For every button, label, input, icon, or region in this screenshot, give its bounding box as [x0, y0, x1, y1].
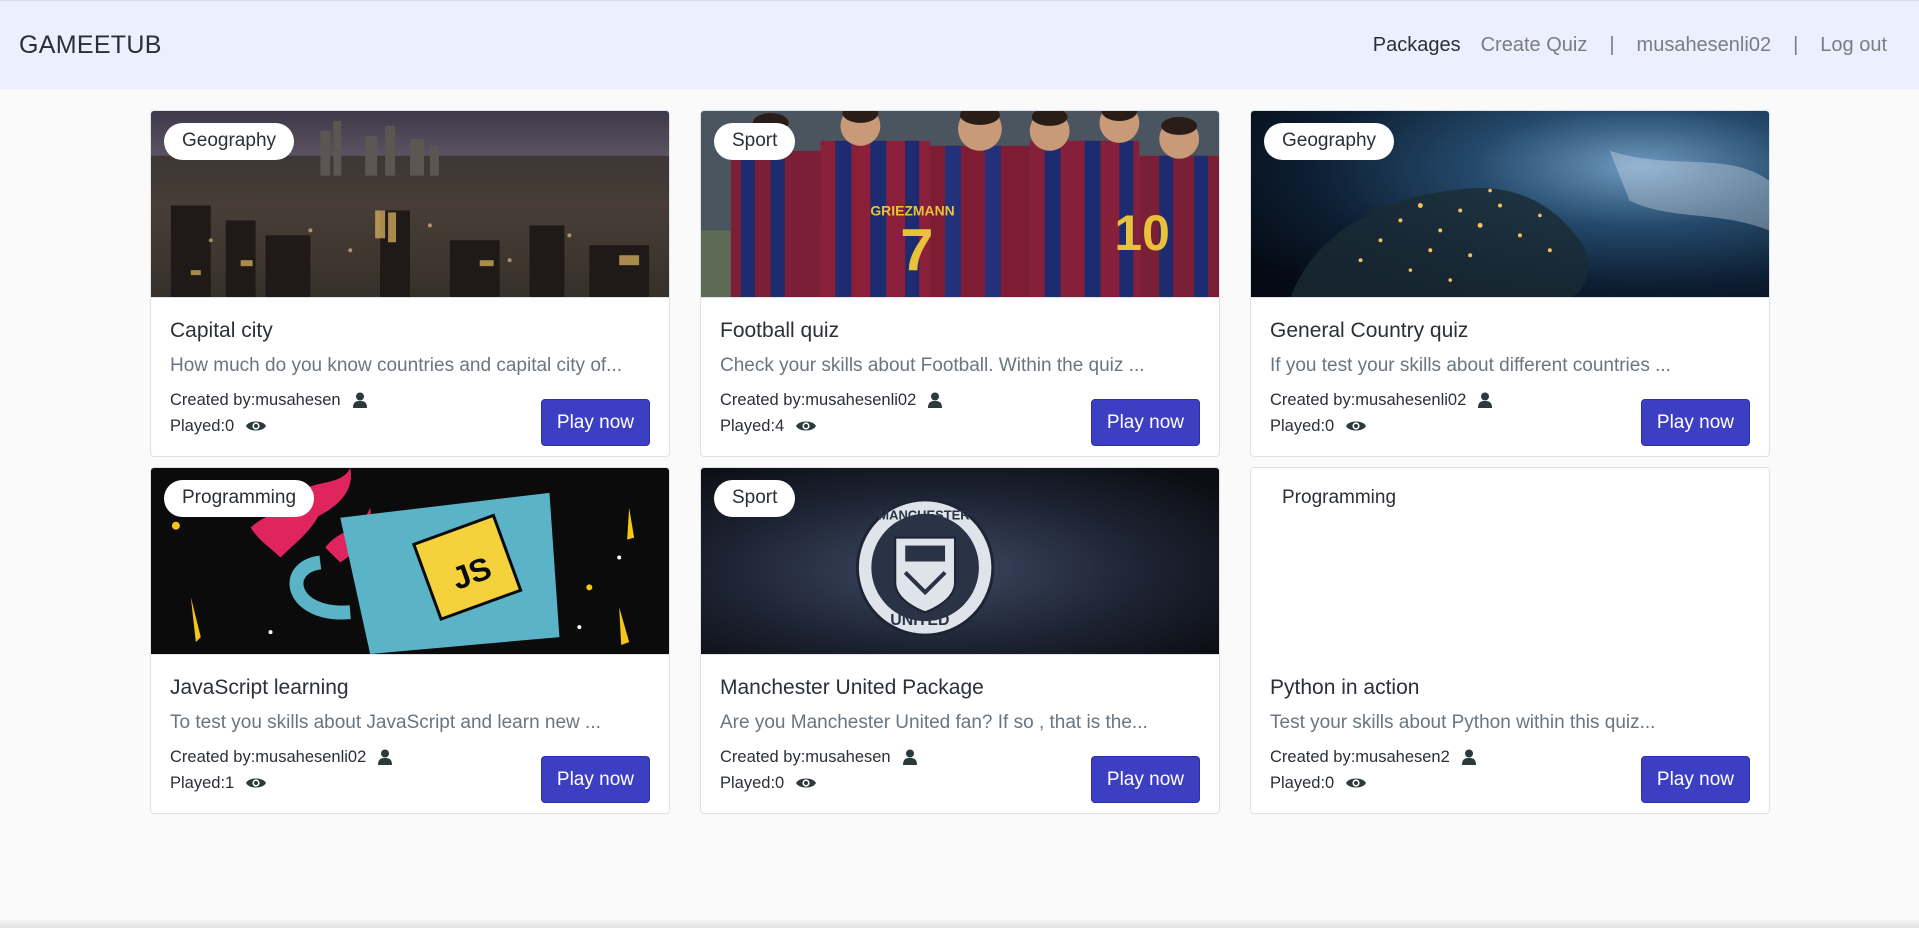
user-icon: [378, 749, 393, 765]
eye-icon: [246, 419, 267, 433]
package-grid: Geography Capital city How much do you k…: [150, 110, 1770, 814]
nav-separator: |: [1793, 33, 1799, 56]
svg-text:10: 10: [1114, 205, 1169, 261]
played-prefix: Played:: [720, 417, 776, 435]
play-now-button[interactable]: Play now: [1090, 399, 1200, 446]
crest-top-text: MANCHESTER: [878, 508, 970, 523]
category-badge: Programming: [164, 480, 315, 517]
card-title: Manchester United Package: [720, 676, 984, 699]
eye-icon: [796, 776, 817, 790]
card-body: JavaScript learning To test you skills a…: [151, 655, 669, 803]
card-description: How much do you know countries and capit…: [170, 355, 623, 376]
card-body: Manchester United Package Are you Manche…: [701, 655, 1219, 803]
category-badge: Geography: [1264, 123, 1395, 160]
user-icon: [928, 392, 943, 408]
category-badge: Geography: [164, 123, 295, 160]
navbar: GAMEETUB Packages Create Quiz | musahese…: [0, 0, 1919, 89]
card-body: Capital city How much do you know countr…: [151, 298, 669, 446]
play-now-button[interactable]: Play now: [1640, 399, 1750, 446]
play-now-button[interactable]: Play now: [1640, 756, 1750, 803]
nav-logout-link[interactable]: Log out: [1810, 34, 1897, 57]
played-count: 0: [1325, 417, 1335, 435]
user-icon: [352, 392, 367, 408]
category-badge: Sport: [714, 123, 796, 160]
nav-packages-link[interactable]: Packages: [1363, 34, 1471, 57]
played-prefix: Played:: [1270, 417, 1326, 435]
card-body: Football quiz Check your skills about Fo…: [701, 298, 1219, 446]
page-footer-edge: [0, 920, 1919, 928]
package-card: MANCHESTER UNITED Sport Manchester Unite…: [700, 467, 1220, 814]
card-description: If you test your skills about different …: [1270, 355, 1671, 376]
user-icon: [1461, 749, 1476, 765]
package-card: JS Programming JavaScript learning To te…: [150, 467, 670, 814]
eye-icon: [1346, 776, 1367, 790]
card-description: Are you Manchester United fan? If so , t…: [720, 712, 1148, 733]
created-by-prefix: Created by:: [1270, 391, 1356, 409]
crest-bottom-text: UNITED: [890, 612, 949, 629]
nav-user-link[interactable]: musahesenli02: [1627, 34, 1782, 57]
nav-create-quiz-link[interactable]: Create Quiz: [1471, 34, 1598, 57]
nav-links: Packages Create Quiz | musahesenli02 | L…: [1363, 34, 1897, 57]
card-title: Football quiz: [720, 319, 840, 342]
eye-icon: [796, 419, 817, 433]
played-count: 0: [225, 417, 235, 435]
svg-text:7: 7: [900, 216, 933, 283]
package-card: Geography Capital city How much do you k…: [150, 110, 670, 457]
card-title: JavaScript learning: [170, 676, 349, 699]
card-title: Capital city: [170, 319, 273, 342]
creator-name: musahesen2: [1355, 748, 1450, 766]
card-image-placeholder: Programming: [1251, 468, 1769, 655]
card-image-city: Geography: [151, 111, 669, 298]
brand-logo[interactable]: GAMEETUB: [19, 31, 162, 60]
user-icon: [1478, 392, 1493, 408]
play-now-button[interactable]: Play now: [540, 756, 650, 803]
created-by-prefix: Created by:: [170, 748, 256, 766]
card-description: Check your skills about Football. Within…: [720, 355, 1145, 376]
card-image-manchester-united: MANCHESTER UNITED Sport: [701, 468, 1219, 655]
creator-name: musahesenli02: [1355, 391, 1467, 409]
eye-icon: [246, 776, 267, 790]
category-badge: Programming: [1264, 480, 1415, 517]
created-by-prefix: Created by:: [1270, 748, 1356, 766]
card-image-earth: Geography: [1251, 111, 1769, 298]
created-by-prefix: Created by:: [720, 748, 806, 766]
card-description: Test your skills about Python within thi…: [1270, 712, 1656, 733]
played-count: 0: [1325, 774, 1335, 792]
package-card: Geography General Country quiz If you te…: [1250, 110, 1770, 457]
played-count: 0: [775, 774, 785, 792]
played-prefix: Played:: [1270, 774, 1326, 792]
eye-icon: [1346, 419, 1367, 433]
play-now-button[interactable]: Play now: [540, 399, 650, 446]
card-body: Python in action Test your skills about …: [1251, 655, 1769, 803]
card-description: To test you skills about JavaScript and …: [170, 712, 601, 733]
creator-name: musahesen: [805, 748, 891, 766]
creator-name: musahesenli02: [805, 391, 917, 409]
card-image-js-mug: JS Programming: [151, 468, 669, 655]
created-by-prefix: Created by:: [720, 391, 806, 409]
played-prefix: Played:: [720, 774, 776, 792]
play-now-button[interactable]: Play now: [1090, 756, 1200, 803]
card-image-football: GRIEZMANN 7 10 Sport: [701, 111, 1219, 298]
creator-name: musahesen: [255, 391, 341, 409]
created-by-prefix: Created by:: [170, 391, 256, 409]
card-title: General Country quiz: [1270, 319, 1469, 342]
played-prefix: Played:: [170, 417, 226, 435]
played-count: 4: [775, 417, 785, 435]
played-count: 1: [225, 774, 235, 792]
card-body: General Country quiz If you test your sk…: [1251, 298, 1769, 446]
nav-separator: |: [1609, 33, 1615, 56]
card-title: Python in action: [1270, 676, 1420, 699]
creator-name: musahesenli02: [255, 748, 367, 766]
package-card: GRIEZMANN 7 10 Sport Football quiz Check…: [700, 110, 1220, 457]
package-card: Programming Python in action Test your s…: [1250, 467, 1770, 814]
user-icon: [902, 749, 917, 765]
played-prefix: Played:: [170, 774, 226, 792]
category-badge: Sport: [714, 480, 796, 517]
